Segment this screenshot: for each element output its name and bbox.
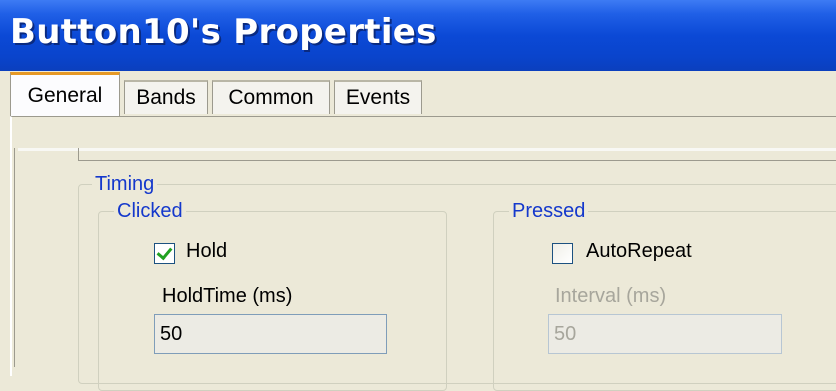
interval-input[interactable]: 50 [548, 314, 782, 354]
interval-label: Interval (ms) [555, 285, 667, 307]
tab-bands[interactable]: Bands [124, 80, 208, 114]
window-title: Button10's Properties [10, 12, 437, 52]
hold-label: Hold [186, 240, 228, 262]
tab-events-label: Events [345, 86, 411, 109]
hold-checkbox[interactable] [154, 243, 175, 264]
timing-group-label: Timing [92, 173, 158, 196]
hold-time-value: 50 [160, 322, 183, 345]
interval-value: 50 [554, 322, 577, 345]
tab-strip: General Bands Common Events [10, 70, 836, 118]
pressed-group-label: Pressed [509, 200, 589, 223]
tab-general-label: General [27, 83, 103, 107]
tab-common[interactable]: Common [212, 80, 330, 114]
tab-bands-label: Bands [136, 86, 196, 109]
tab-general[interactable]: General [10, 72, 120, 116]
clicked-group-label: Clicked [114, 200, 186, 223]
auto-repeat-checkbox[interactable] [552, 243, 573, 264]
tab-events[interactable]: Events [334, 80, 422, 114]
hold-time-label: HoldTime (ms) [162, 285, 293, 307]
left-panel-edge [0, 148, 15, 367]
auto-repeat-label: AutoRepeat [586, 240, 692, 262]
inner-panel-edge [78, 148, 836, 161]
tab-common-label: Common [228, 86, 314, 109]
hold-time-input[interactable]: 50 [154, 314, 387, 354]
top-strip [18, 118, 836, 151]
title-bar[interactable]: Button10's Properties [0, 0, 836, 71]
